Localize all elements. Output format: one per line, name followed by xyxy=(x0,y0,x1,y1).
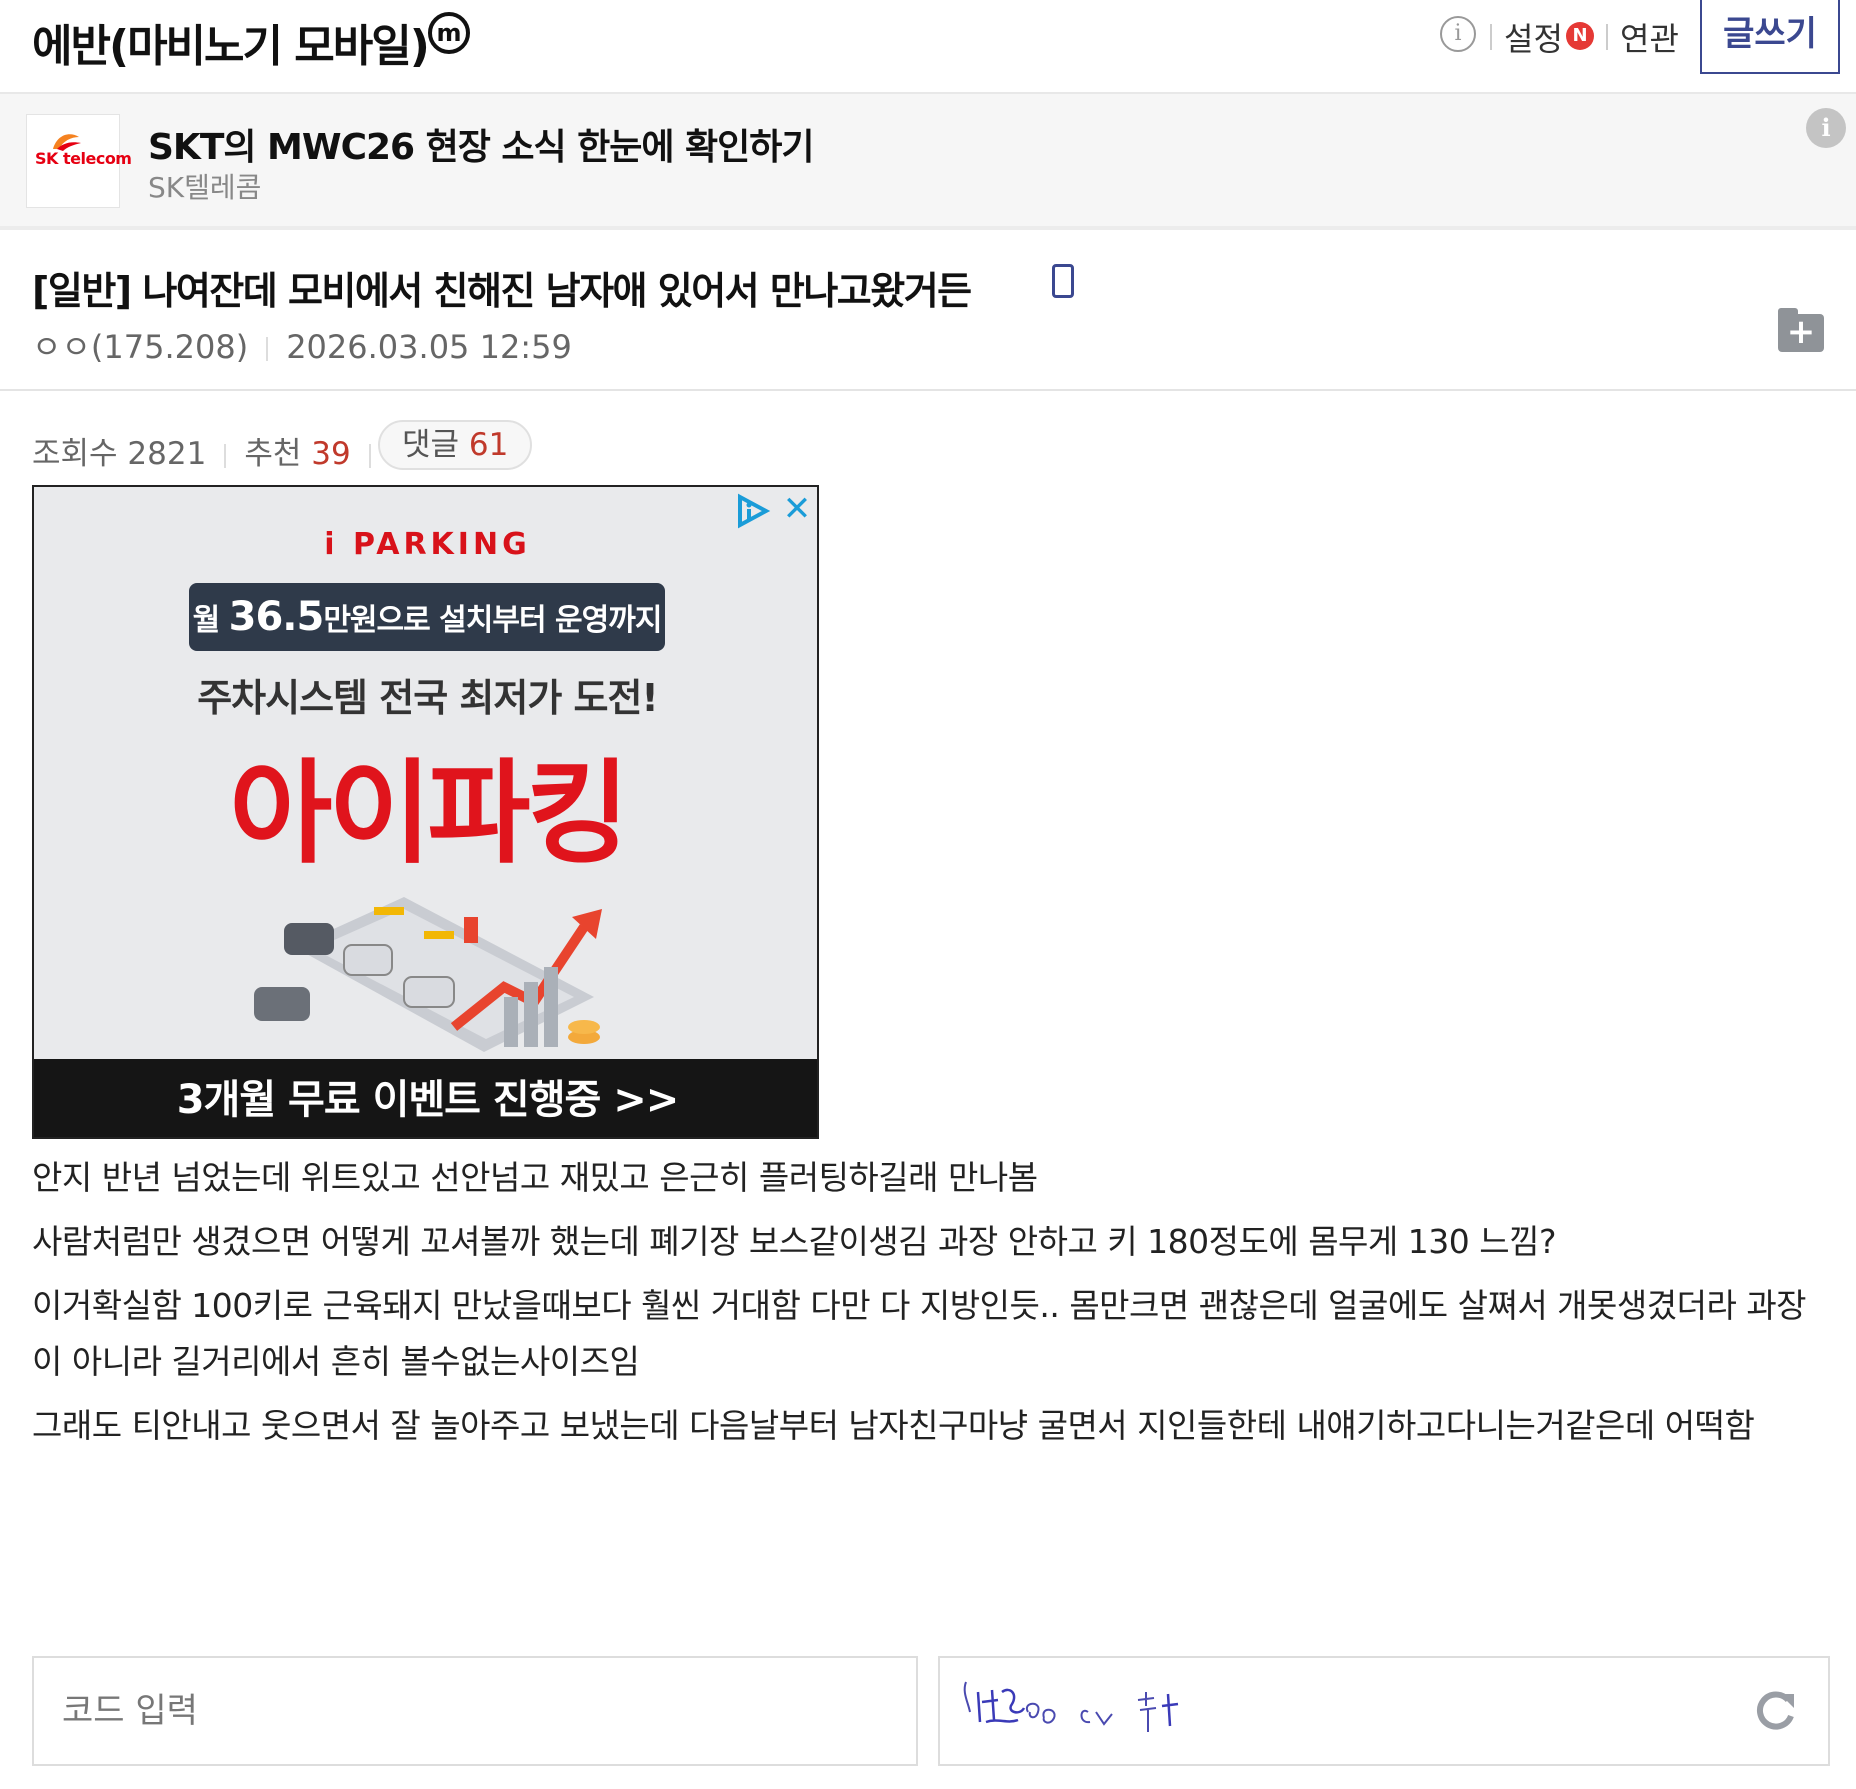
meta-separator xyxy=(368,443,371,468)
captcha-handwriting-image xyxy=(963,1681,1179,1732)
mobile-gallery-badge-icon: m xyxy=(428,12,470,54)
ad-brand: i PARKING xyxy=(324,527,531,562)
post-meta: ㅇㅇ(175.208) 2026.03.05 12:59 xyxy=(32,322,572,368)
comment-count-button[interactable]: 댓글 61 xyxy=(378,420,533,470)
body-paragraph: 사람처럼만 생겼으면 어떻게 꼬셔볼까 했는데 폐기장 보스같이생김 과장 안하… xyxy=(32,1222,1556,1261)
mobile-icon xyxy=(1052,264,1074,298)
header-separator xyxy=(1606,24,1608,50)
ad-banner[interactable]: i PARKING 월 36.5만원으로 설치부터 운영까지 주차시스템 전국 … xyxy=(32,485,819,1139)
post-body: 안지 반년 넘었는데 위트있고 선안넘고 재밌고 은근히 플러팅하길래 만나봄 … xyxy=(32,1150,1822,1462)
banner-title[interactable]: SKT의 MWC26 현장 소식 한눈에 확인하기 xyxy=(148,118,815,170)
captcha-code-input[interactable] xyxy=(32,1656,918,1766)
ad-price-pill: 월 36.5만원으로 설치부터 운영까지 xyxy=(189,583,665,651)
body-paragraph: 이거확실함 100키로 근육돼지 만났을때보다 훨씬 거대함 다만 다 지방인듯… xyxy=(32,1286,1807,1381)
meta-separator xyxy=(266,337,269,361)
ad-close-icon[interactable]: ✕ xyxy=(780,491,814,527)
post-title: [일반] 나여잔데 모비에서 친해진 남자애 있어서 만나고왔거든 xyxy=(32,269,972,313)
new-badge: N xyxy=(1566,22,1594,50)
body-paragraph: 안지 반년 넘었는데 위트있고 선안넘고 재밌고 은근히 플러팅하길래 만나봄 xyxy=(32,1158,1038,1197)
ad-slogan: 주차시스템 전국 최저가 도전! xyxy=(197,676,659,720)
post-date: 2026.03.05 12:59 xyxy=(286,328,572,366)
settings-link[interactable]: 설정 xyxy=(1504,14,1563,60)
ad-pill-suffix: 만원으로 설치부터 운영까지 xyxy=(323,603,662,638)
ad-cta[interactable]: 3개월 무료 이벤트 진행중 >> xyxy=(34,1059,817,1137)
recommend-count: 39 xyxy=(311,436,351,472)
related-link[interactable]: 연관 xyxy=(1620,14,1679,60)
post-author[interactable]: ㅇㅇ(175.208) xyxy=(32,328,248,366)
post-stats: 조회수 2821 추천 39 xyxy=(32,428,389,473)
meta-separator xyxy=(224,443,227,468)
comments-count: 61 xyxy=(468,427,509,463)
parking-illustration-icon xyxy=(254,897,602,1052)
ad-pill-prefix: 월 xyxy=(192,603,221,638)
info-icon[interactable]: i xyxy=(1440,16,1476,52)
body-paragraph: 그래도 티안내고 웃으면서 잘 놀아주고 보냈는데 다음날부터 남자친구마냥 굴… xyxy=(32,1406,1755,1445)
recommend-label: 추천 xyxy=(244,436,302,472)
banner-advertiser: SK텔레콤 xyxy=(148,171,262,204)
comments-label: 댓글 xyxy=(402,427,460,463)
ad-info-icon[interactable]: i xyxy=(1806,108,1846,148)
ad-headline: 아이파킹 xyxy=(229,749,629,879)
captcha-image xyxy=(938,1656,1830,1766)
post-divider xyxy=(0,389,1856,391)
gallery-title[interactable]: 에반(마비노기 모바일) xyxy=(32,10,430,74)
refresh-icon[interactable] xyxy=(1752,1688,1798,1734)
views-label: 조회수 xyxy=(32,436,118,472)
plus-icon: + xyxy=(1786,312,1816,352)
sk-telecom-logo[interactable]: SK telecom xyxy=(26,114,132,208)
adchoices-icon[interactable] xyxy=(734,493,772,529)
header-separator xyxy=(1490,24,1492,50)
write-button[interactable]: 글쓰기 xyxy=(1700,0,1840,74)
views-count: 2821 xyxy=(127,436,207,472)
sk-logo-text: SK telecom xyxy=(35,149,132,168)
ad-pill-amount: 36.5 xyxy=(228,594,325,640)
